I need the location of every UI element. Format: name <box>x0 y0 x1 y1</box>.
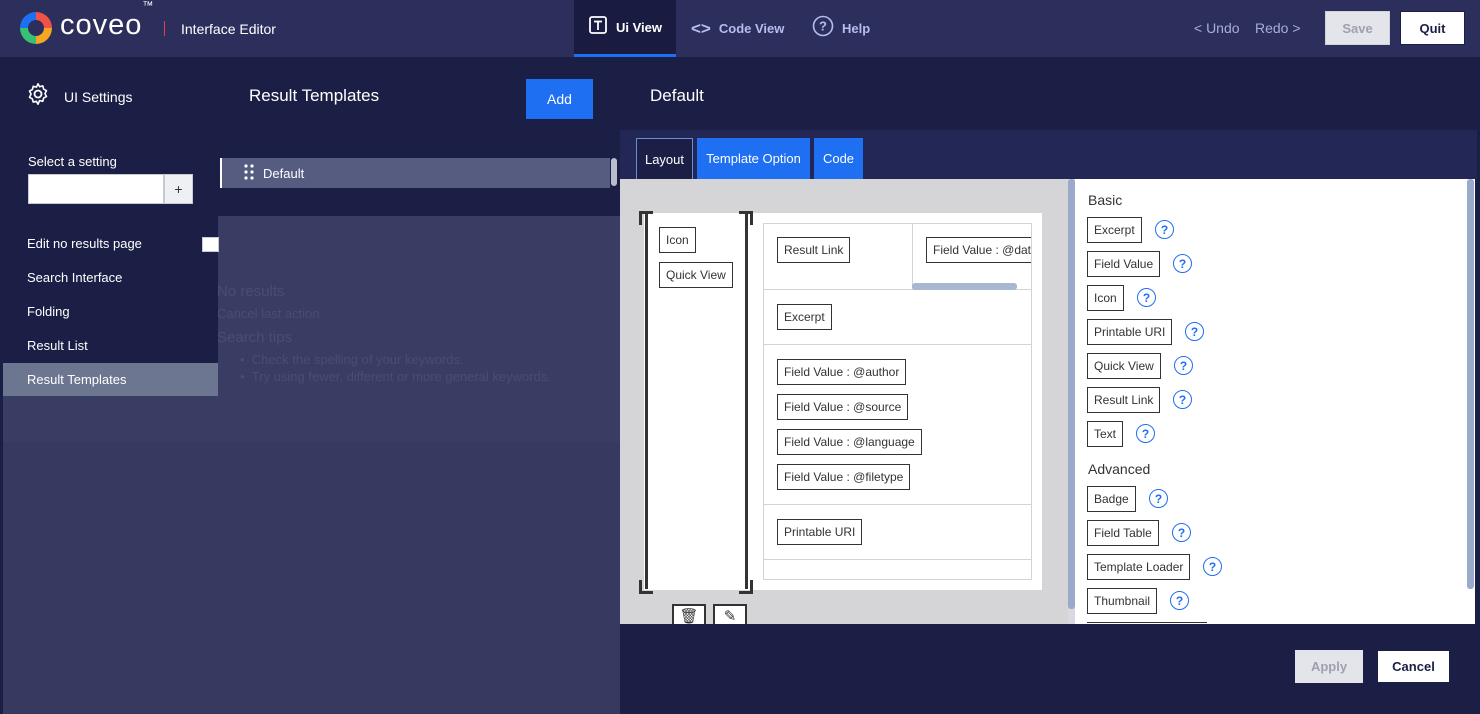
layout-chip-icon[interactable]: Icon <box>659 227 696 253</box>
menu-item-folding[interactable]: Folding <box>27 304 70 319</box>
tab-code-view[interactable]: <> Code View <box>691 0 787 57</box>
ui-settings-header: UI Settings <box>26 82 132 111</box>
coveo-logo-icon <box>20 12 52 44</box>
template-list-item-default[interactable]: Default <box>220 158 610 188</box>
component-excerpt[interactable]: Excerpt <box>1087 217 1142 243</box>
left-panel-lower <box>3 442 620 714</box>
help-icon[interactable]: ? <box>1136 424 1155 443</box>
select-setting-input[interactable] <box>28 174 164 204</box>
menu-item-search-interface[interactable]: Search Interface <box>27 270 122 285</box>
menu-item-edit-no-results[interactable]: Edit no results page <box>27 236 142 251</box>
result-templates-title: Result Templates <box>249 86 380 105</box>
menu-item-result-list[interactable]: Result List <box>27 338 88 353</box>
layout-chip-printable-uri[interactable]: Printable URI <box>777 519 863 545</box>
undo-button[interactable]: < Undo <box>1194 20 1240 36</box>
drag-handle-icon[interactable] <box>244 163 254 183</box>
help-icon[interactable]: ? <box>1173 390 1192 409</box>
ghost-tip-2: • Try using fewer, different or more gen… <box>240 369 551 384</box>
help-icon[interactable]: ? <box>1170 591 1189 610</box>
add-template-button[interactable]: Add <box>526 79 593 119</box>
help-icon[interactable]: ? <box>1172 523 1191 542</box>
component-printable-uri[interactable]: Printable URI <box>1087 319 1173 345</box>
tab-ui-view[interactable]: Ui View <box>574 0 676 57</box>
component-result-link[interactable]: Result Link <box>1087 387 1161 413</box>
template-list-scrollbar[interactable] <box>611 158 617 186</box>
layout-chip-field-value-date[interactable]: Field Value : @dat <box>926 237 1031 263</box>
brand-name: coveo™ <box>60 0 155 41</box>
layout-chip-result-link[interactable]: Result Link <box>777 237 851 263</box>
component-icon[interactable]: Icon <box>1087 285 1124 311</box>
selection-corner-bottom-left <box>639 580 653 594</box>
selection-corner-top-right <box>739 211 753 225</box>
select-setting-label: Select a setting <box>28 154 117 169</box>
delete-icon[interactable]: 🗑 <box>672 604 706 626</box>
template-item-label: Default <box>263 165 305 181</box>
ghost-cancel-action: Cancel last action <box>217 306 320 321</box>
layout-chip-quick-view[interactable]: Quick View <box>659 262 733 288</box>
tab-help[interactable]: ? Help <box>812 0 882 57</box>
save-button[interactable]: Save <box>1325 11 1390 45</box>
document-view-icon <box>588 15 608 40</box>
help-icon[interactable]: ? <box>1185 322 1204 341</box>
canvas-scrollbar[interactable] <box>1068 179 1075 624</box>
tab-layout[interactable]: Layout <box>636 138 693 179</box>
layout-chip-field-value-filetype[interactable]: Field Value : @filetype <box>777 464 911 490</box>
selection-corner-bottom-right <box>739 580 753 594</box>
redo-button[interactable]: Redo > <box>1255 20 1301 36</box>
help-icon[interactable]: ? <box>1174 356 1193 375</box>
layout-chip-field-value-author[interactable]: Field Value : @author <box>777 359 907 385</box>
help-circle-icon: ? <box>812 15 834 42</box>
layout-row-5[interactable] <box>763 559 1032 580</box>
apply-button[interactable]: Apply <box>1295 650 1363 683</box>
app-title: Interface Editor <box>181 21 276 37</box>
layout-chip-field-value-language[interactable]: Field Value : @language <box>777 429 922 455</box>
component-quick-view[interactable]: Quick View <box>1087 353 1161 379</box>
editor-title: Default <box>650 86 704 105</box>
select-setting-add-button[interactable]: + <box>164 174 193 204</box>
advanced-section-title: Advanced <box>1088 461 1151 477</box>
code-brackets-icon: <> <box>691 18 711 38</box>
ghost-no-results: No results <box>217 283 285 300</box>
tab-template-option[interactable]: Template Option <box>697 138 810 179</box>
gear-icon <box>26 82 50 111</box>
editor-header <box>620 57 1477 130</box>
help-icon[interactable]: ? <box>1203 557 1222 576</box>
component-text[interactable]: Text <box>1087 421 1124 447</box>
ui-settings-title: UI Settings <box>64 88 133 105</box>
edit-icon[interactable]: ✎ <box>713 604 747 626</box>
help-icon[interactable]: ? <box>1137 288 1156 307</box>
component-field-table[interactable]: Field Table <box>1087 520 1159 546</box>
row-1-scroll-container: Field Value : @dat <box>913 224 1031 284</box>
component-template-loader[interactable]: Template Loader <box>1087 554 1191 580</box>
ghost-tip-1: • Check the spelling of your keywords. <box>240 352 464 367</box>
component-field-value[interactable]: Field Value <box>1087 251 1161 277</box>
row-1-horizontal-scrollbar[interactable] <box>912 283 1017 290</box>
selection-corner-top-left <box>639 211 653 225</box>
layout-chip-field-value-source[interactable]: Field Value : @source <box>777 394 909 420</box>
layout-chip-excerpt[interactable]: Excerpt <box>777 304 832 330</box>
brand-separator <box>164 21 165 36</box>
component-badge[interactable]: Badge <box>1087 486 1136 512</box>
help-icon[interactable]: ? <box>1155 220 1174 239</box>
help-icon[interactable]: ? <box>1149 489 1168 508</box>
component-thumbnail[interactable]: Thumbnail <box>1087 588 1158 614</box>
tab-code[interactable]: Code <box>814 138 863 179</box>
menu-item-result-templates[interactable]: Result Templates <box>3 363 218 396</box>
quit-button[interactable]: Quit <box>1400 11 1465 45</box>
help-icon[interactable]: ? <box>1173 254 1192 273</box>
basic-section-title: Basic <box>1088 192 1123 208</box>
svg-text:?: ? <box>819 19 827 34</box>
components-scrollbar[interactable] <box>1467 179 1475 624</box>
ghost-search-tips: Search tips <box>217 329 293 346</box>
cancel-button[interactable]: Cancel <box>1377 650 1450 683</box>
edit-no-results-checkbox[interactable] <box>202 237 219 252</box>
